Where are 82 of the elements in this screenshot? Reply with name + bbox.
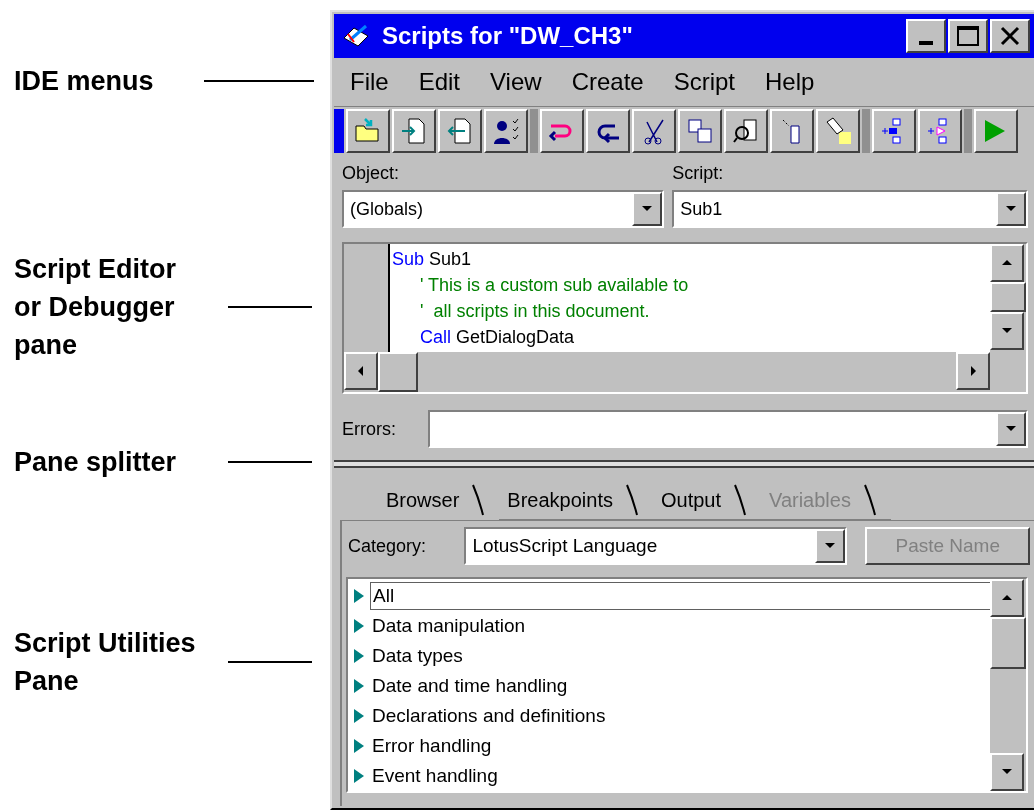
close-icon bbox=[1000, 26, 1020, 46]
toolbar-button[interactable] bbox=[724, 108, 768, 153]
scroll-button[interactable] bbox=[990, 753, 1024, 791]
list-item[interactable]: Data types bbox=[370, 641, 465, 671]
expand-triangle-icon[interactable] bbox=[352, 617, 366, 635]
tab-edge-icon bbox=[862, 482, 877, 517]
maximize-button[interactable] bbox=[948, 19, 988, 53]
code-line: ' all scripts in this document. bbox=[419, 300, 651, 323]
toolbar-separator bbox=[964, 108, 972, 153]
list-item[interactable]: Data manipulation bbox=[370, 611, 528, 641]
scroll-thumb[interactable] bbox=[378, 352, 418, 392]
maximize-icon bbox=[957, 26, 979, 46]
dropdown-field[interactable]: LotusScript Language bbox=[464, 527, 848, 565]
list-item[interactable]: Declarations and definitions bbox=[370, 701, 608, 731]
scroll-button[interactable] bbox=[956, 352, 990, 390]
tab-edge-icon bbox=[625, 482, 639, 517]
field-label: Category: bbox=[348, 534, 428, 558]
dropdown-button[interactable] bbox=[996, 192, 1026, 226]
menu-item[interactable]: File bbox=[350, 64, 389, 100]
toolbar-button[interactable] bbox=[438, 108, 482, 153]
close-button[interactable] bbox=[990, 19, 1030, 53]
toolbar-grip[interactable] bbox=[334, 108, 344, 153]
toolbar-button[interactable] bbox=[540, 108, 584, 153]
dropdown-button[interactable] bbox=[996, 412, 1026, 446]
expand-triangle-icon[interactable] bbox=[352, 707, 366, 725]
callout-label: IDE menus bbox=[14, 65, 155, 98]
dropdown-field[interactable] bbox=[428, 410, 1028, 448]
toolbar-button[interactable] bbox=[770, 108, 814, 153]
expand-triangle-icon[interactable] bbox=[352, 737, 366, 755]
scroll-thumb[interactable] bbox=[990, 617, 1026, 669]
tab[interactable]: Output bbox=[653, 480, 762, 520]
toolbar-button[interactable] bbox=[872, 108, 916, 153]
toolbar-button[interactable] bbox=[678, 108, 722, 153]
scroll-button[interactable] bbox=[990, 244, 1024, 282]
toolbar-button[interactable] bbox=[632, 108, 676, 153]
expand-triangle-icon[interactable] bbox=[352, 647, 366, 665]
scroll-button[interactable] bbox=[990, 312, 1024, 350]
menu-item[interactable]: Edit bbox=[418, 64, 461, 100]
toolbar-button[interactable] bbox=[586, 108, 630, 153]
toolbar-separator bbox=[862, 108, 870, 153]
toolbar-button[interactable] bbox=[346, 108, 390, 153]
list-item[interactable]: Error handling bbox=[370, 731, 494, 761]
toolbar-button[interactable] bbox=[484, 108, 528, 153]
minimize-icon bbox=[919, 41, 933, 45]
pane-splitter[interactable] bbox=[334, 460, 1034, 468]
callout-label: Script Utilities Pane bbox=[14, 627, 197, 698]
toolbar-button[interactable] bbox=[918, 108, 962, 153]
field-label: Errors: bbox=[342, 417, 397, 441]
tab-edge-icon bbox=[471, 483, 486, 517]
list-item[interactable]: Date and time handling bbox=[370, 671, 570, 701]
tab[interactable]: Browser bbox=[378, 480, 500, 520]
window-title: Scripts for "DW_CH3" bbox=[382, 21, 633, 51]
code-line: Call GetDialogData bbox=[419, 326, 576, 349]
scroll-thumb[interactable] bbox=[990, 282, 1026, 312]
code-line: Sub Sub1 bbox=[391, 248, 473, 271]
minimize-button[interactable] bbox=[906, 19, 946, 53]
expand-triangle-icon[interactable] bbox=[352, 677, 366, 695]
expand-triangle-icon[interactable] bbox=[352, 767, 366, 785]
field-label: Object: bbox=[342, 162, 401, 185]
toolbar-button[interactable] bbox=[816, 108, 860, 153]
scroll-button[interactable] bbox=[990, 579, 1024, 617]
code-line: ' This is a custom sub available to bbox=[419, 274, 690, 297]
toolbar-button[interactable] bbox=[974, 108, 1018, 153]
expand-triangle-icon[interactable] bbox=[352, 587, 366, 605]
dropdown-field[interactable]: Sub1 bbox=[672, 190, 1028, 228]
list-item[interactable]: All bbox=[370, 582, 990, 610]
toolbar-button[interactable] bbox=[392, 108, 436, 153]
menu-item[interactable]: Create bbox=[571, 64, 644, 100]
dropdown-button[interactable] bbox=[632, 192, 663, 226]
scroll-button[interactable] bbox=[344, 352, 378, 390]
menu-item[interactable]: Script bbox=[673, 64, 736, 100]
list-item[interactable]: Event handling bbox=[370, 761, 500, 791]
menu-item[interactable]: Help bbox=[765, 64, 815, 100]
menu-item[interactable]: View bbox=[490, 64, 542, 100]
dropdown-field[interactable]: (Globals) bbox=[342, 190, 665, 228]
callout-label: Script Editor or Debugger pane bbox=[14, 253, 177, 362]
field-label: Script: bbox=[672, 162, 725, 185]
callout-label: Pane splitter bbox=[14, 446, 178, 479]
tab[interactable]: Breakpoints bbox=[499, 480, 653, 520]
dropdown-button[interactable] bbox=[815, 529, 846, 563]
tab-edge-icon bbox=[733, 482, 748, 517]
toolbar-separator bbox=[530, 108, 538, 153]
